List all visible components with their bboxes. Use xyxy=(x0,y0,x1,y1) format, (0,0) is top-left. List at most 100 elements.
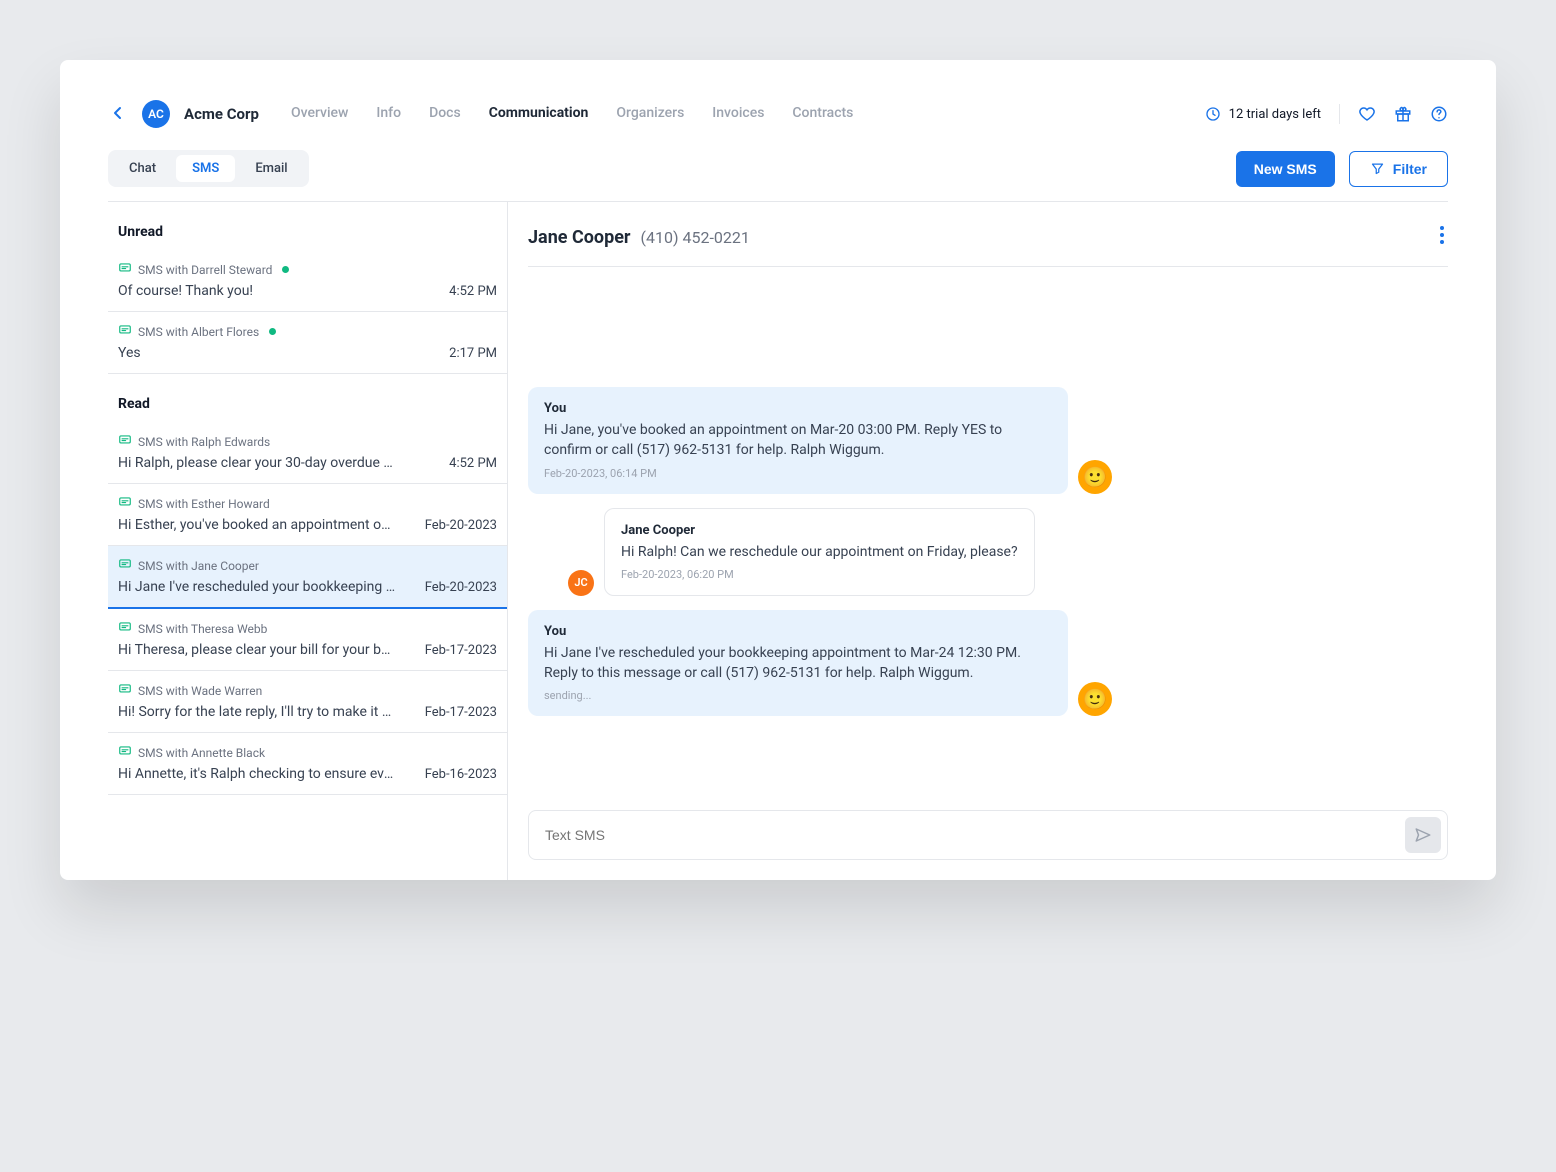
message-timestamp: Feb-20-2023, 06:20 PM xyxy=(621,568,1018,581)
conversation-time: 4:52 PM xyxy=(449,284,497,299)
sms-icon xyxy=(118,322,132,341)
nav-tab-organizers[interactable]: Organizers xyxy=(616,105,684,123)
nav-tab-invoices[interactable]: Invoices xyxy=(712,105,764,123)
conversation-time: Feb-20-2023 xyxy=(425,518,497,533)
avatar: 🙂 xyxy=(1078,682,1112,716)
sms-icon xyxy=(118,494,132,513)
send-button[interactable] xyxy=(1405,817,1441,853)
contact-phone: (410) 452-0221 xyxy=(640,228,749,247)
conversation-with: SMS with Wade Warren xyxy=(138,684,262,698)
conversation-preview: Hi! Sorry for the late reply, I'll try t… xyxy=(118,704,398,720)
message-bubble: You Hi Jane I've rescheduled your bookkee… xyxy=(528,610,1068,717)
conversation-list: Unread SMS with Darrell Steward Of course!… xyxy=(108,202,508,880)
sms-icon xyxy=(118,556,132,575)
conversation-preview: Of course! Thank you! xyxy=(118,283,253,299)
sms-icon xyxy=(118,432,132,451)
conversation-item[interactable]: SMS with Annette Black Hi Annette, it's R… xyxy=(108,733,507,795)
conversation-time: 2:17 PM xyxy=(449,346,497,361)
contact-name: Jane Cooper xyxy=(528,227,631,248)
conversation-with: SMS with Esther Howard xyxy=(138,497,270,511)
filter-icon xyxy=(1370,161,1385,176)
filter-button[interactable]: Filter xyxy=(1349,151,1448,187)
nav-tab-docs[interactable]: Docs xyxy=(429,105,461,123)
sms-icon xyxy=(118,681,132,700)
heart-icon[interactable] xyxy=(1358,105,1376,123)
conversation-item[interactable]: SMS with Darrell Steward Of course! Thank… xyxy=(108,250,507,312)
main-content: Unread SMS with Darrell Steward Of course!… xyxy=(108,201,1448,880)
org-avatar: AC xyxy=(142,100,170,128)
message-text: Hi Ralph! Can we reschedule our appointm… xyxy=(621,542,1018,562)
conversation-item[interactable]: SMS with Theresa Webb Hi Theresa, please … xyxy=(108,609,507,671)
sms-input[interactable] xyxy=(545,827,1405,843)
conversation-time: 4:52 PM xyxy=(449,456,497,471)
section-header: Read xyxy=(108,374,507,422)
unread-dot xyxy=(282,266,289,273)
conversation-item[interactable]: SMS with Ralph Edwards Hi Ralph, please c… xyxy=(108,422,507,484)
nav-tab-communication[interactable]: Communication xyxy=(489,105,589,123)
org-name: Acme Corp xyxy=(184,105,259,123)
conversation-with: SMS with Theresa Webb xyxy=(138,622,267,636)
message-row-incoming: JC Jane Cooper Hi Ralph! Can we reschedule… xyxy=(568,508,1448,596)
conversation-time: Feb-20-2023 xyxy=(425,580,497,595)
avatar: JC xyxy=(568,570,594,596)
conversation-item[interactable]: SMS with Albert Flores Yes 2:17 PM xyxy=(108,312,507,374)
segment-chat[interactable]: Chat xyxy=(113,155,172,182)
send-icon xyxy=(1414,826,1432,844)
nav-tab-info[interactable]: Info xyxy=(376,105,401,123)
conversation-item[interactable]: SMS with Wade Warren Hi! Sorry for the la… xyxy=(108,671,507,733)
nav-tab-overview[interactable]: Overview xyxy=(291,105,348,123)
conversation-preview: Hi Annette, it's Ralph checking to ensur… xyxy=(118,766,398,782)
new-sms-button[interactable]: New SMS xyxy=(1236,151,1335,187)
divider xyxy=(1339,104,1340,124)
message-text: Hi Jane, you've booked an appointment on… xyxy=(544,420,1052,461)
segment-sms[interactable]: SMS xyxy=(176,155,235,182)
detail-header: Jane Cooper (410) 452-0221 xyxy=(528,222,1448,267)
message-timestamp: sending... xyxy=(544,689,1052,702)
filter-label: Filter xyxy=(1393,161,1427,177)
message-text: Hi Jane I've rescheduled your bookkeepin… xyxy=(544,643,1052,684)
clock-icon xyxy=(1205,106,1221,122)
more-menu-button[interactable] xyxy=(1436,222,1448,252)
segment-email[interactable]: Email xyxy=(239,155,303,182)
message-row-outgoing: You Hi Jane, you've booked an appointment… xyxy=(528,387,1448,494)
conversation-time: Feb-17-2023 xyxy=(425,705,497,720)
trial-label: 12 trial days left xyxy=(1229,107,1321,122)
help-icon[interactable] xyxy=(1430,105,1448,123)
unread-dot xyxy=(269,328,276,335)
topbar: AC Acme Corp Overview Info Docs Communicati… xyxy=(60,60,1496,128)
conversation-preview: Hi Jane I've rescheduled your bookkeepin… xyxy=(118,579,398,595)
conversation-preview: Hi Esther, you've booked an appointment … xyxy=(118,517,398,533)
conversation-item[interactable]: SMS with Esther Howard Hi Esther, you've … xyxy=(108,484,507,546)
sms-icon xyxy=(118,260,132,279)
section-header: Unread xyxy=(108,202,507,250)
conversation-preview: Hi Ralph, please clear your 30-day overd… xyxy=(118,455,398,471)
message-timestamp: Feb-20-2023, 06:14 PM xyxy=(544,467,1052,480)
message-bubble: You Hi Jane, you've booked an appointment… xyxy=(528,387,1068,494)
sms-icon xyxy=(118,743,132,762)
message-sender: You xyxy=(544,624,1052,639)
avatar: 🙂 xyxy=(1078,460,1112,494)
conversation-with: SMS with Jane Cooper xyxy=(138,559,259,573)
conversation-with: SMS with Albert Flores xyxy=(138,325,259,339)
back-button[interactable] xyxy=(108,101,126,128)
sms-icon xyxy=(118,619,132,638)
message-thread: You Hi Jane, you've booked an appointment… xyxy=(528,267,1448,790)
conversation-preview: Hi Theresa, please clear your bill for y… xyxy=(118,642,398,658)
conversation-detail: Jane Cooper (410) 452-0221 You Hi Jane, y… xyxy=(508,202,1448,880)
channel-segment: ChatSMSEmail xyxy=(108,150,309,187)
message-sender: Jane Cooper xyxy=(621,523,1018,538)
conversation-with: SMS with Ralph Edwards xyxy=(138,435,270,449)
gift-icon[interactable] xyxy=(1394,105,1412,123)
conversation-item[interactable]: SMS with Jane Cooper Hi Jane I've resched… xyxy=(108,546,507,609)
nav-tab-contracts[interactable]: Contracts xyxy=(792,105,853,123)
conversation-with: SMS with Annette Black xyxy=(138,746,265,760)
conversation-with: SMS with Darrell Steward xyxy=(138,263,272,277)
subbar: ChatSMSEmail New SMS Filter xyxy=(60,128,1496,201)
message-row-outgoing: You Hi Jane I've rescheduled your bookkee… xyxy=(528,610,1448,717)
message-sender: You xyxy=(544,401,1052,416)
message-bubble: Jane Cooper Hi Ralph! Can we reschedule o… xyxy=(604,508,1035,596)
trial-days: 12 trial days left xyxy=(1205,106,1321,122)
app-window: AC Acme Corp Overview Info Docs Communicati… xyxy=(60,60,1496,880)
conversation-preview: Yes xyxy=(118,345,141,361)
sms-composer xyxy=(528,810,1448,860)
